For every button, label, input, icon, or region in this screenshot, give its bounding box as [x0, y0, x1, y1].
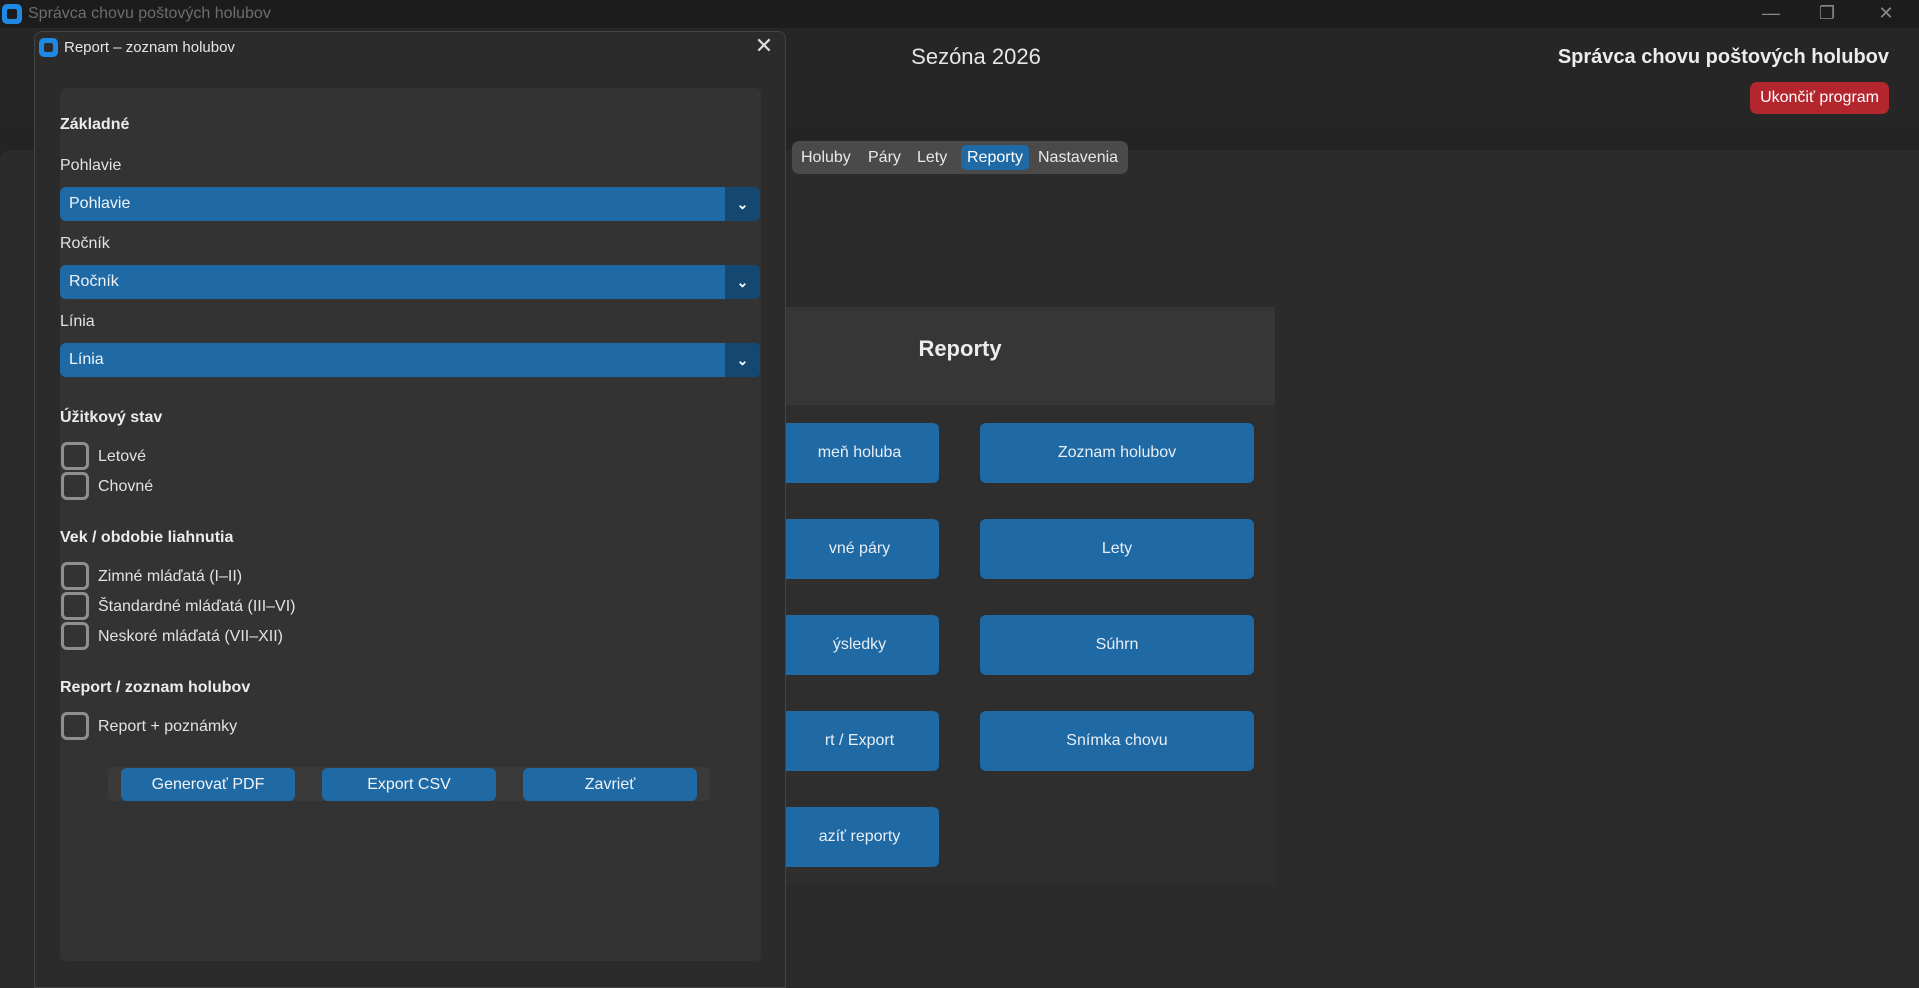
checkbox-winter-young-label: Zimné mláďatá (I–II): [98, 568, 243, 585]
checkbox-standard-young[interactable]: [61, 592, 89, 620]
section-age: Vek / obdobie liahnutia: [60, 529, 234, 546]
tab-bar: Holuby Páry Lety Reporty Nastavenia: [792, 141, 1128, 174]
close-dialog-button[interactable]: Zavrieť: [523, 768, 697, 801]
window-title: Správca chovu poštových holubov: [28, 5, 271, 22]
checkbox-flight-label: Letové: [98, 448, 147, 465]
checkbox-standard-young-label: Štandardné mláďatá (III–VI): [98, 598, 296, 615]
line-label: Línia: [60, 313, 95, 330]
tab-nastavenia[interactable]: Nastavenia: [1032, 145, 1124, 170]
chevron-down-icon[interactable]: ⌄: [725, 187, 760, 221]
year-dropdown-value: Ročník: [69, 273, 119, 290]
year-label: Ročník: [60, 235, 110, 252]
restore-icon[interactable]: ❐: [1799, 0, 1855, 28]
tab-holuby[interactable]: Holuby: [795, 145, 857, 170]
dialog-app-icon: [39, 38, 58, 57]
quit-button[interactable]: Ukončiť program: [1750, 82, 1889, 114]
report-button-show-reports[interactable]: azíť reporty: [760, 807, 939, 867]
section-utility: Úžitkový stav: [60, 409, 163, 426]
checkbox-flight[interactable]: [61, 442, 89, 470]
line-dropdown[interactable]: Línia ⌄: [60, 343, 760, 377]
report-button-flights[interactable]: Lety: [980, 519, 1254, 579]
app-icon: [2, 4, 22, 24]
checkbox-report-notes[interactable]: [61, 712, 89, 740]
report-button-import-export[interactable]: rt / Export: [760, 711, 939, 771]
line-dropdown-value: Línia: [69, 351, 104, 368]
dialog-close-icon[interactable]: ✕: [752, 34, 776, 58]
tab-pary[interactable]: Páry: [862, 145, 907, 170]
sex-dropdown[interactable]: Pohlavie ⌄: [60, 187, 760, 221]
checkbox-report-notes-label: Report + poznámky: [98, 718, 238, 735]
sex-label: Pohlavie: [60, 157, 122, 174]
report-button-results[interactable]: ýsledky: [760, 615, 939, 675]
generate-pdf-button[interactable]: Generovať PDF: [121, 768, 295, 801]
checkbox-breeding-label: Chovné: [98, 478, 154, 495]
year-dropdown[interactable]: Ročník ⌄: [60, 265, 760, 299]
section-basic: Základné: [60, 116, 130, 133]
brand-title: Správca chovu poštových holubov: [1557, 46, 1889, 68]
checkbox-late-young-label: Neskoré mláďatá (VII–XII): [98, 628, 284, 645]
tab-reporty[interactable]: Reporty: [961, 145, 1030, 170]
chevron-down-icon[interactable]: ⌄: [725, 343, 760, 377]
report-button-summary[interactable]: Súhrn: [980, 615, 1254, 675]
section-report: Report / zoznam holubov: [60, 679, 251, 696]
report-button-breed-snapshot[interactable]: Snímka chovu: [980, 711, 1254, 771]
export-csv-button[interactable]: Export CSV: [322, 768, 496, 801]
report-button-edit-pigeon[interactable]: meň holuba: [760, 423, 939, 483]
dialog-title: Report – zoznam holubov: [64, 39, 235, 56]
minimize-icon[interactable]: —: [1743, 0, 1799, 28]
checkbox-winter-young[interactable]: [61, 562, 89, 590]
report-button-pigeon-list[interactable]: Zoznam holubov: [980, 423, 1254, 483]
chevron-down-icon[interactable]: ⌄: [725, 265, 760, 299]
report-button-breeding-pairs[interactable]: vné páry: [760, 519, 939, 579]
main-titlebar: Správca chovu poštových holubov — ❐ ✕: [0, 0, 1919, 28]
checkbox-late-young[interactable]: [61, 622, 89, 650]
close-window-icon[interactable]: ✕: [1858, 0, 1914, 28]
tab-lety[interactable]: Lety: [911, 145, 953, 170]
reports-title: Reporty: [918, 336, 1002, 361]
sex-dropdown-value: Pohlavie: [69, 195, 131, 212]
checkbox-breeding[interactable]: [61, 472, 89, 500]
